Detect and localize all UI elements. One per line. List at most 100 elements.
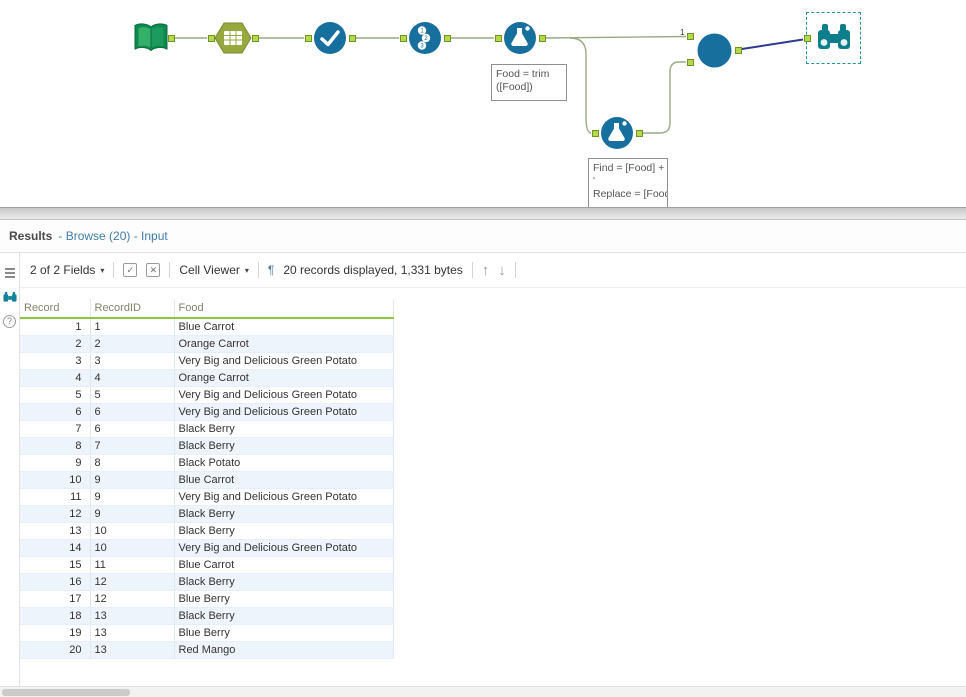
input-anchor[interactable] (592, 130, 599, 137)
browse-input-anchor[interactable] (804, 35, 811, 42)
text-input-tool[interactable] (214, 21, 252, 60)
cell-viewer-dropdown[interactable]: Cell Viewer ▾ (179, 263, 248, 277)
connection-number-label: 1 (680, 28, 685, 37)
cell-recordid: 3 (90, 352, 175, 370)
browse-tool[interactable] (816, 21, 852, 59)
output-anchor[interactable] (444, 35, 451, 42)
cell-viewer-label: Cell Viewer (179, 263, 240, 277)
select-tool[interactable] (312, 20, 348, 61)
table-row[interactable]: 2 2 Orange Carrot (20, 335, 394, 353)
table-row[interactable]: 8 7 Black Berry (20, 437, 394, 455)
results-header: Results - Browse (20) - Input (0, 220, 966, 253)
formula-flask-icon (504, 22, 536, 54)
workflow-canvas[interactable]: 1 2 3 1 Food = trim ([Food]) Find = [Foo… (0, 0, 966, 207)
formula-tool-1[interactable] (502, 20, 538, 61)
metadata-list-icon[interactable] (3, 266, 17, 280)
table-row[interactable]: 18 13 Black Berry (20, 607, 394, 625)
formula2-annotation[interactable]: Find = [Food] + ' ' Replace = [Food] (588, 158, 668, 207)
table-row[interactable]: 20 13 Red Mango (20, 641, 394, 659)
help-icon[interactable]: ? (3, 314, 17, 328)
scroll-up-icon[interactable]: ↑ (482, 263, 490, 278)
checkmark-icon (314, 22, 346, 54)
cell-food: Black Berry (174, 437, 394, 455)
cell-record: 17 (20, 590, 91, 608)
table-row[interactable]: 4 4 Orange Carrot (20, 369, 394, 387)
column-header-food[interactable]: Food (174, 299, 394, 318)
table-row[interactable]: 15 11 Blue Carrot (20, 556, 394, 574)
table-row[interactable]: 16 12 Black Berry (20, 573, 394, 591)
cell-record: 2 (20, 335, 91, 353)
cell-record: 20 (20, 641, 91, 659)
input-anchor[interactable] (495, 35, 502, 42)
horizontal-scrollbar[interactable] (0, 686, 966, 697)
cell-food: Black Berry (174, 505, 394, 523)
cell-record: 5 (20, 386, 91, 404)
output-anchor[interactable] (539, 35, 546, 42)
formula1-annotation[interactable]: Food = trim ([Food]) (491, 64, 567, 101)
table-row[interactable]: 17 12 Blue Berry (20, 590, 394, 608)
annotation-line: Replace = [Food] (593, 188, 668, 200)
table-row[interactable]: 1 1 Blue Carrot (20, 318, 394, 336)
cell-record: 16 (20, 573, 91, 591)
cell-recordid: 8 (90, 454, 175, 472)
cell-recordid: 9 (90, 471, 175, 489)
table-row[interactable]: 5 5 Very Big and Delicious Green Potato (20, 386, 394, 404)
input-anchor[interactable] (400, 35, 407, 42)
cell-record: 1 (20, 318, 91, 336)
formula-flask-icon (601, 117, 633, 149)
fields-dropdown[interactable]: 2 of 2 Fields ▾ (30, 263, 104, 277)
browse-data-icon[interactable] (2, 290, 17, 304)
cell-food: Blue Carrot (174, 556, 394, 574)
scrollbar-thumb[interactable] (2, 689, 130, 696)
cell-record: 11 (20, 488, 91, 506)
panel-splitter[interactable] (0, 207, 966, 219)
table-row[interactable]: 9 8 Black Potato (20, 454, 394, 472)
output-anchor[interactable] (735, 47, 742, 54)
table-row[interactable]: 11 9 Very Big and Delicious Green Potato (20, 488, 394, 506)
find-replace-tool[interactable] (696, 32, 733, 74)
cell-food: Orange Carrot (174, 335, 394, 353)
record-id-tool[interactable]: 1 2 3 (407, 20, 443, 61)
cell-food: Black Potato (174, 454, 394, 472)
output-anchor[interactable] (168, 35, 175, 42)
cell-food: Very Big and Delicious Green Potato (174, 488, 394, 506)
cell-record: 15 (20, 556, 91, 574)
cell-record: 4 (20, 369, 91, 387)
input-data-tool[interactable] (132, 22, 170, 59)
scroll-down-icon[interactable]: ↓ (498, 263, 506, 278)
cell-recordid: 2 (90, 335, 175, 353)
input-anchor[interactable] (208, 35, 215, 42)
column-header-recordid[interactable]: RecordID (90, 299, 175, 318)
find-replace-replace-anchor[interactable] (687, 59, 694, 66)
output-anchor[interactable] (349, 35, 356, 42)
table-row[interactable]: 7 6 Black Berry (20, 420, 394, 438)
output-anchor[interactable] (252, 35, 259, 42)
table-row[interactable]: 19 13 Blue Berry (20, 624, 394, 642)
cell-record: 14 (20, 539, 91, 557)
cell-food: Blue Carrot (174, 471, 394, 489)
column-header-record[interactable]: Record (20, 299, 91, 318)
results-table-area: Record RecordID Food 1 1 Blue Carrot 2 2… (20, 299, 966, 697)
formula-tool-2[interactable] (599, 115, 635, 156)
table-row[interactable]: 6 6 Very Big and Delicious Green Potato (20, 403, 394, 421)
find-replace-find-anchor[interactable] (687, 33, 694, 40)
cell-recordid: 6 (90, 420, 175, 438)
table-row[interactable]: 14 10 Very Big and Delicious Green Potat… (20, 539, 394, 557)
cell-recordid: 10 (90, 522, 175, 540)
cell-recordid: 6 (90, 403, 175, 421)
table-row[interactable]: 13 10 Black Berry (20, 522, 394, 540)
binoculars-icon (818, 24, 850, 49)
input-anchor[interactable] (305, 35, 312, 42)
cell-food: Black Berry (174, 522, 394, 540)
table-row[interactable]: 12 9 Black Berry (20, 505, 394, 523)
wire-formula1-findreplace (545, 35, 687, 39)
table-row[interactable]: 3 3 Very Big and Delicious Green Potato (20, 352, 394, 370)
apply-edits-icon[interactable]: ✓ (123, 263, 138, 277)
output-anchor[interactable] (636, 130, 643, 137)
cell-food: Blue Berry (174, 590, 394, 608)
show-whitespace-icon[interactable]: ¶ (268, 263, 274, 277)
cell-recordid: 9 (90, 505, 175, 523)
cell-recordid: 5 (90, 386, 175, 404)
cancel-edits-icon[interactable]: ✕ (146, 263, 161, 277)
table-row[interactable]: 10 9 Blue Carrot (20, 471, 394, 489)
